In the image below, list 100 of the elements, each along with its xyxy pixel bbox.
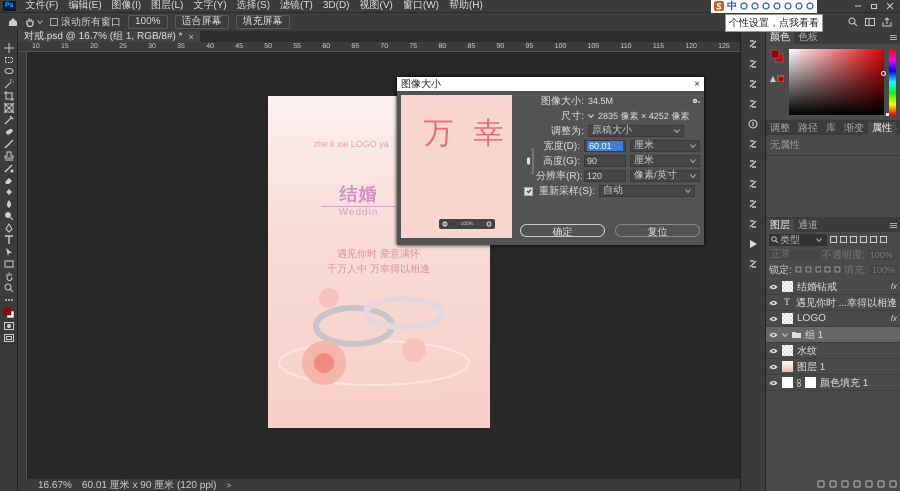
checkbox[interactable] xyxy=(50,18,58,26)
search-icon xyxy=(771,236,778,243)
play-icon[interactable] xyxy=(748,239,758,249)
toolbar-button[interactable]: 填充屏幕 xyxy=(236,15,290,29)
zoom-in-icon[interactable] xyxy=(486,221,492,227)
frame-icon[interactable] xyxy=(4,103,14,113)
menu-icon[interactable] xyxy=(890,223,897,228)
zoom-field[interactable]: 100% xyxy=(128,15,168,29)
menu-item[interactable]: 滤镜(T) xyxy=(276,0,317,12)
menu-item[interactable]: 图像(I) xyxy=(108,0,146,12)
share-icon[interactable] xyxy=(882,17,892,27)
dialog-button[interactable]: 确定 xyxy=(520,224,605,237)
caret-icon[interactable] xyxy=(588,114,594,118)
panel-tab[interactable]: 属性 xyxy=(868,122,896,135)
expand-button[interactable]: > xyxy=(226,480,232,490)
close-icon[interactable] xyxy=(886,2,894,10)
gamut-warning-icon xyxy=(770,75,784,82)
color-field[interactable] xyxy=(789,49,884,115)
dialog-button[interactable]: 复位 xyxy=(615,224,700,237)
fit-dropdown[interactable]: 原稿大小 xyxy=(588,125,684,137)
search-icon[interactable] xyxy=(848,17,858,27)
panel-tab[interactable]: 库 xyxy=(822,122,840,135)
eraser-icon[interactable] xyxy=(4,175,14,185)
picker-ring-icon[interactable] xyxy=(881,71,886,76)
close-button[interactable]: × xyxy=(188,32,194,42)
number-field[interactable]: 90 xyxy=(584,155,626,167)
layer-name: 图层 1 xyxy=(797,360,826,374)
settings-icon[interactable] xyxy=(692,98,700,104)
number-field[interactable]: 60.01 xyxy=(584,140,626,152)
menu-item[interactable]: 选择(S) xyxy=(232,0,274,12)
restore-icon[interactable] xyxy=(870,2,878,10)
document-title: 对戒.psd @ 16.7% (组 1, RGB/8#) * xyxy=(24,31,183,42)
panel-tab[interactable]: 通道 xyxy=(794,219,822,232)
panel-tab[interactable]: 路径 xyxy=(794,122,822,135)
unit-dropdown[interactable]: 厘米 xyxy=(630,140,700,152)
panel-tab[interactable]: 渐变 xyxy=(840,122,868,135)
toolbar-button[interactable]: 适合屏幕 xyxy=(174,15,229,29)
logo-text: zhe li xie LOGO ya xyxy=(313,138,389,148)
crop-icon[interactable] xyxy=(4,91,14,101)
eye-icon[interactable] xyxy=(769,380,778,386)
layer-row[interactable]: 结婚钻戒 fx xyxy=(766,279,900,295)
home-icon[interactable] xyxy=(8,17,18,27)
history-brush-icon[interactable] xyxy=(4,163,14,173)
bucket-icon[interactable] xyxy=(4,187,14,197)
close-button[interactable]: × xyxy=(694,78,700,90)
zoom-out-icon[interactable] xyxy=(442,221,448,227)
screen-mode-icon[interactable] xyxy=(4,333,14,343)
hue-slider[interactable] xyxy=(889,49,896,115)
lasso-icon[interactable] xyxy=(4,67,14,77)
quick-mask-icon[interactable] xyxy=(4,321,14,331)
eye-icon[interactable] xyxy=(769,284,778,290)
selection-icon[interactable] xyxy=(4,247,14,257)
eye-icon[interactable] xyxy=(769,364,778,370)
rectangle-icon[interactable] xyxy=(4,259,14,269)
hand-icon[interactable] xyxy=(25,17,35,27)
menu-item[interactable]: 帮助(H) xyxy=(444,0,487,12)
caret-icon xyxy=(37,20,43,24)
number-field[interactable]: 120 xyxy=(584,170,626,182)
type-icon[interactable] xyxy=(4,235,14,245)
dodge-icon[interactable] xyxy=(4,211,14,221)
eyedropper-icon[interactable] xyxy=(4,115,14,125)
layout-icon[interactable] xyxy=(865,17,875,27)
layer-row[interactable]: 图层 1 xyxy=(766,359,900,375)
menu-item[interactable]: 图层(L) xyxy=(147,0,188,12)
marquee-icon[interactable] xyxy=(4,55,14,65)
zoom-icon[interactable] xyxy=(4,283,14,293)
hue-slider-thumb[interactable] xyxy=(886,113,889,116)
unit-dropdown[interactable]: 厘米 xyxy=(630,155,700,167)
mask-thumbnail xyxy=(805,377,816,388)
panel-tab[interactable]: 图层 xyxy=(766,219,794,232)
unit-dropdown[interactable]: 像素/英寸 xyxy=(630,170,700,182)
pen-icon[interactable] xyxy=(4,223,14,233)
wand-icon[interactable] xyxy=(4,79,14,89)
filter-field[interactable]: 类型 xyxy=(769,234,827,246)
bandage-icon[interactable] xyxy=(4,127,14,137)
document-tab[interactable]: 对戒.psd @ 16.7% (组 1, RGB/8#) * × xyxy=(18,31,200,42)
panel-tab[interactable]: 色板 xyxy=(794,31,822,44)
eye-icon[interactable] xyxy=(769,316,778,322)
eye-icon[interactable] xyxy=(769,332,778,338)
chain-link-icon[interactable] xyxy=(526,148,534,174)
panel-tab[interactable]: 调整 xyxy=(766,122,794,135)
layer-row[interactable]: 水纹 xyxy=(766,343,900,359)
panel-tab[interactable]: 颜色 xyxy=(766,31,794,44)
ime-mode[interactable]: 中 xyxy=(727,0,737,12)
layer-row[interactable]: 颜色填充 1 xyxy=(766,375,900,391)
menu-item[interactable]: 3D(D) xyxy=(318,0,354,12)
color-swatches-icon[interactable] xyxy=(770,49,784,63)
info-icon[interactable] xyxy=(748,119,758,129)
layer-row[interactable]: T 遇见你时 ...幸得以相逢 xyxy=(766,295,900,311)
menu-item[interactable]: 编辑(E) xyxy=(64,0,106,12)
move-icon[interactable] xyxy=(4,43,14,53)
menu-item[interactable]: 视图(V) xyxy=(356,0,397,12)
eye-icon[interactable] xyxy=(769,348,778,354)
layer-row[interactable]: 组 1 xyxy=(766,327,900,343)
color-swatches-icon[interactable] xyxy=(2,307,14,319)
hand-icon[interactable] xyxy=(4,271,14,281)
eye-icon[interactable] xyxy=(769,300,778,306)
checkbox[interactable] xyxy=(524,186,533,196)
resample-dropdown[interactable]: 自动 xyxy=(599,185,695,197)
menu-icon[interactable] xyxy=(890,35,897,40)
